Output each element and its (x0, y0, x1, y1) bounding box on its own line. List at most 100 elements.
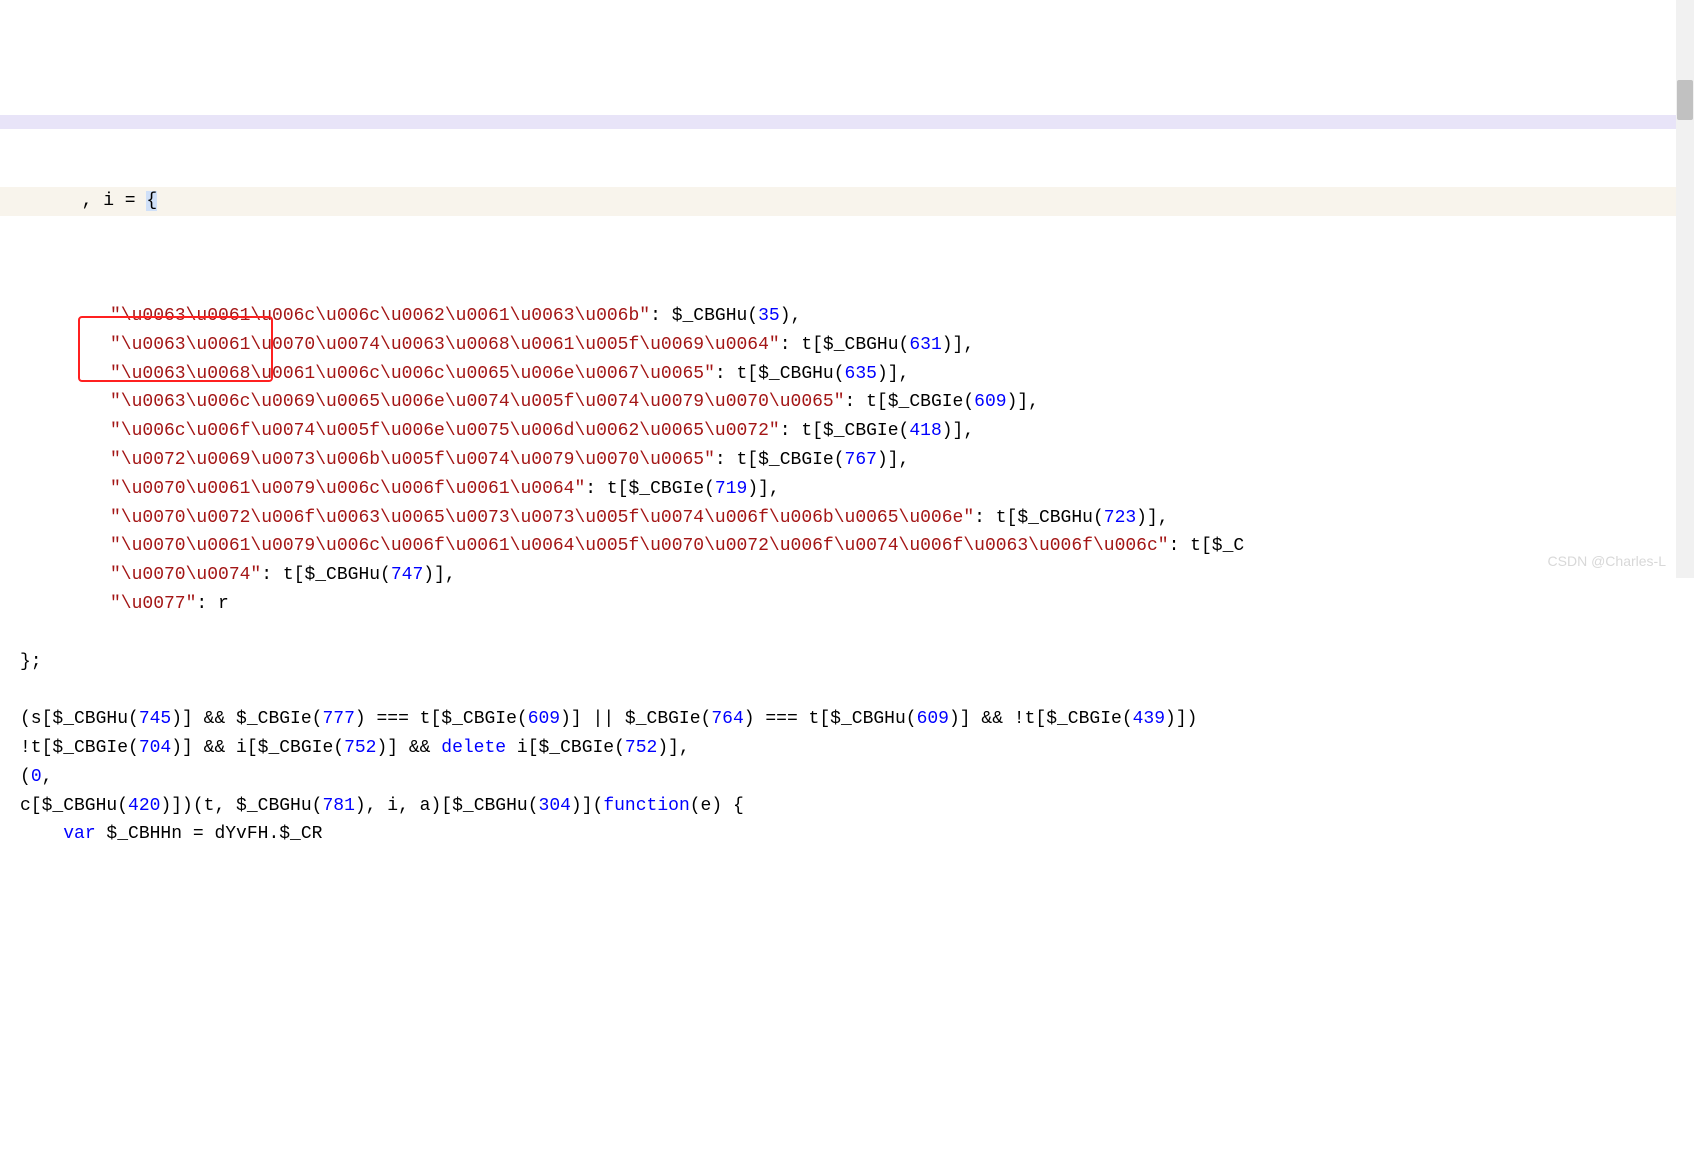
code-text: : t[$_CBGIe( (715, 450, 845, 470)
code-line: "\u0063\u006c\u0069\u0065\u006e\u0074\u0… (20, 388, 1694, 417)
vertical-scrollbar-thumb[interactable] (1677, 80, 1693, 120)
code-text: )]) (1165, 709, 1197, 729)
code-text: )])(t, $_CBGHu( (160, 796, 322, 816)
close-brace: }; (20, 652, 42, 672)
code-text: !t[$_CBGIe( (20, 738, 139, 758)
string-literal: "\u0063\u006c\u0069\u0065\u006e\u0074\u0… (110, 392, 845, 412)
code-text: )], (942, 421, 974, 441)
code-text: )], (423, 565, 455, 585)
code-text: , (42, 767, 53, 787)
code-text: ), (780, 306, 802, 326)
code-line: "\u0063\u0061\u006c\u006c\u0062\u0061\u0… (20, 302, 1694, 331)
number-literal: 752 (344, 738, 376, 758)
code-line: (0, (20, 763, 1694, 792)
string-literal: "\u0070\u0061\u0079\u006c\u006f\u0061\u0… (110, 479, 585, 499)
code-text: )], (1007, 392, 1039, 412)
code-text: : t[$_C (1169, 536, 1245, 556)
string-literal: "\u0072\u0069\u0073\u006b\u005f\u0074\u0… (110, 450, 715, 470)
number-literal: 723 (1104, 508, 1136, 528)
code-text: : t[$_CBGIe( (585, 479, 715, 499)
string-literal: "\u0070\u0072\u006f\u0063\u0065\u0073\u0… (110, 508, 974, 528)
code-text (20, 824, 63, 844)
code-text: : t[$_CBGHu( (261, 565, 391, 585)
brace-open-highlight: { (146, 191, 157, 211)
code-line: !t[$_CBGIe(704)] && i[$_CBGIe(752)] && d… (20, 734, 1694, 763)
code-line: }; (20, 648, 1694, 677)
number-literal: 439 (1133, 709, 1165, 729)
code-text: : t[$_CBGIe( (845, 392, 975, 412)
code-line: "\u0072\u0069\u0073\u006b\u005f\u0074\u0… (20, 446, 1694, 475)
code-text: : t[$_CBGHu( (780, 335, 910, 355)
code-text: )] || $_CBGIe( (560, 709, 711, 729)
code-text: : t[$_CBGIe( (780, 421, 910, 441)
code-text: )] && $_CBGIe( (171, 709, 322, 729)
code-line: "\u0063\u0068\u0061\u006c\u006c\u0065\u0… (20, 360, 1694, 389)
number-literal: 304 (539, 796, 571, 816)
vertical-scrollbar-track[interactable] (1676, 0, 1694, 578)
number-literal: 745 (139, 709, 171, 729)
code-text: )], (747, 479, 779, 499)
code-line: c[$_CBGHu(420)])(t, $_CBGHu(781), i, a)[… (20, 792, 1694, 821)
number-literal: 635 (845, 364, 877, 384)
code-text: : t[$_CBGHu( (715, 364, 845, 384)
code-line: "\u006c\u006f\u0074\u005f\u006e\u0075\u0… (20, 417, 1694, 446)
code-text: : t[$_CBGHu( (974, 508, 1104, 528)
number-literal: 609 (917, 709, 949, 729)
number-literal: 0 (31, 767, 42, 787)
number-literal: 704 (139, 738, 171, 758)
code-text: )] && i[$_CBGIe( (171, 738, 344, 758)
code-text: )] && !t[$_CBGIe( (949, 709, 1133, 729)
code-text: : $_CBGHu( (650, 306, 758, 326)
code-line: (s[$_CBGHu(745)] && $_CBGIe(777) === t[$… (20, 705, 1694, 734)
number-literal: 767 (845, 450, 877, 470)
number-literal: 781 (322, 796, 354, 816)
number-literal: 752 (625, 738, 657, 758)
code-line: "\u0070\u0072\u006f\u0063\u0065\u0073\u0… (20, 504, 1694, 533)
code-line: "\u0077": r (20, 590, 1694, 619)
number-literal: 609 (528, 709, 560, 729)
code-text: , i = (60, 191, 146, 211)
keyword: var (63, 824, 95, 844)
code-line: "\u0070\u0061\u0079\u006c\u006f\u0061\u0… (20, 475, 1694, 504)
code-text: )], (877, 450, 909, 470)
code-text: )]( (571, 796, 603, 816)
code-text: ) === t[$_CBGHu( (744, 709, 917, 729)
number-literal: 418 (909, 421, 941, 441)
code-text: : r (196, 594, 228, 614)
code-text: ), i, a)[$_CBGHu( (355, 796, 539, 816)
string-literal: "\u0063\u0061\u0070\u0074\u0063\u0068\u0… (110, 335, 780, 355)
code-line: "\u0070\u0074": t[$_CBGHu(747)], (20, 561, 1694, 590)
code-text: )], (1136, 508, 1168, 528)
code-editor-area[interactable]: "\u0063\u0061\u006c\u006c\u0062\u0061\u0… (0, 273, 1694, 878)
code-line: var $_CBHHn = dYvFH.$_CR (20, 820, 1694, 849)
number-literal: 747 (391, 565, 423, 585)
code-line: "\u0070\u0061\u0079\u006c\u006f\u0061\u0… (20, 532, 1694, 561)
code-text: )], (877, 364, 909, 384)
keyword: function (603, 796, 689, 816)
string-literal: "\u006c\u006f\u0074\u005f\u006e\u0075\u0… (110, 421, 780, 441)
number-literal: 764 (711, 709, 743, 729)
current-line-highlight[interactable]: , i = { (0, 187, 1694, 216)
code-text: )], (942, 335, 974, 355)
string-literal: "\u0063\u0068\u0061\u006c\u006c\u0065\u0… (110, 364, 715, 384)
number-literal: 719 (715, 479, 747, 499)
code-text: (e) { (690, 796, 744, 816)
number-literal: 777 (322, 709, 354, 729)
keyword: delete (441, 738, 506, 758)
string-literal: "\u0063\u0061\u006c\u006c\u0062\u0061\u0… (110, 306, 650, 326)
number-literal: 35 (758, 306, 780, 326)
number-literal: 631 (909, 335, 941, 355)
code-text: c[$_CBGHu( (20, 796, 128, 816)
code-text: ( (20, 767, 31, 787)
code-text: )] && (376, 738, 441, 758)
code-text: ) === t[$_CBGIe( (355, 709, 528, 729)
watermark-text: CSDN @Charles-L (1548, 550, 1666, 572)
string-literal: "\u0077" (110, 594, 196, 614)
code-text: )], (657, 738, 689, 758)
string-literal: "\u0070\u0061\u0079\u006c\u006f\u0061\u0… (110, 536, 1169, 556)
code-text: i[$_CBGIe( (506, 738, 625, 758)
number-literal: 609 (974, 392, 1006, 412)
code-text: (s[$_CBGHu( (20, 709, 139, 729)
number-literal: 420 (128, 796, 160, 816)
string-literal: "\u0070\u0074" (110, 565, 261, 585)
